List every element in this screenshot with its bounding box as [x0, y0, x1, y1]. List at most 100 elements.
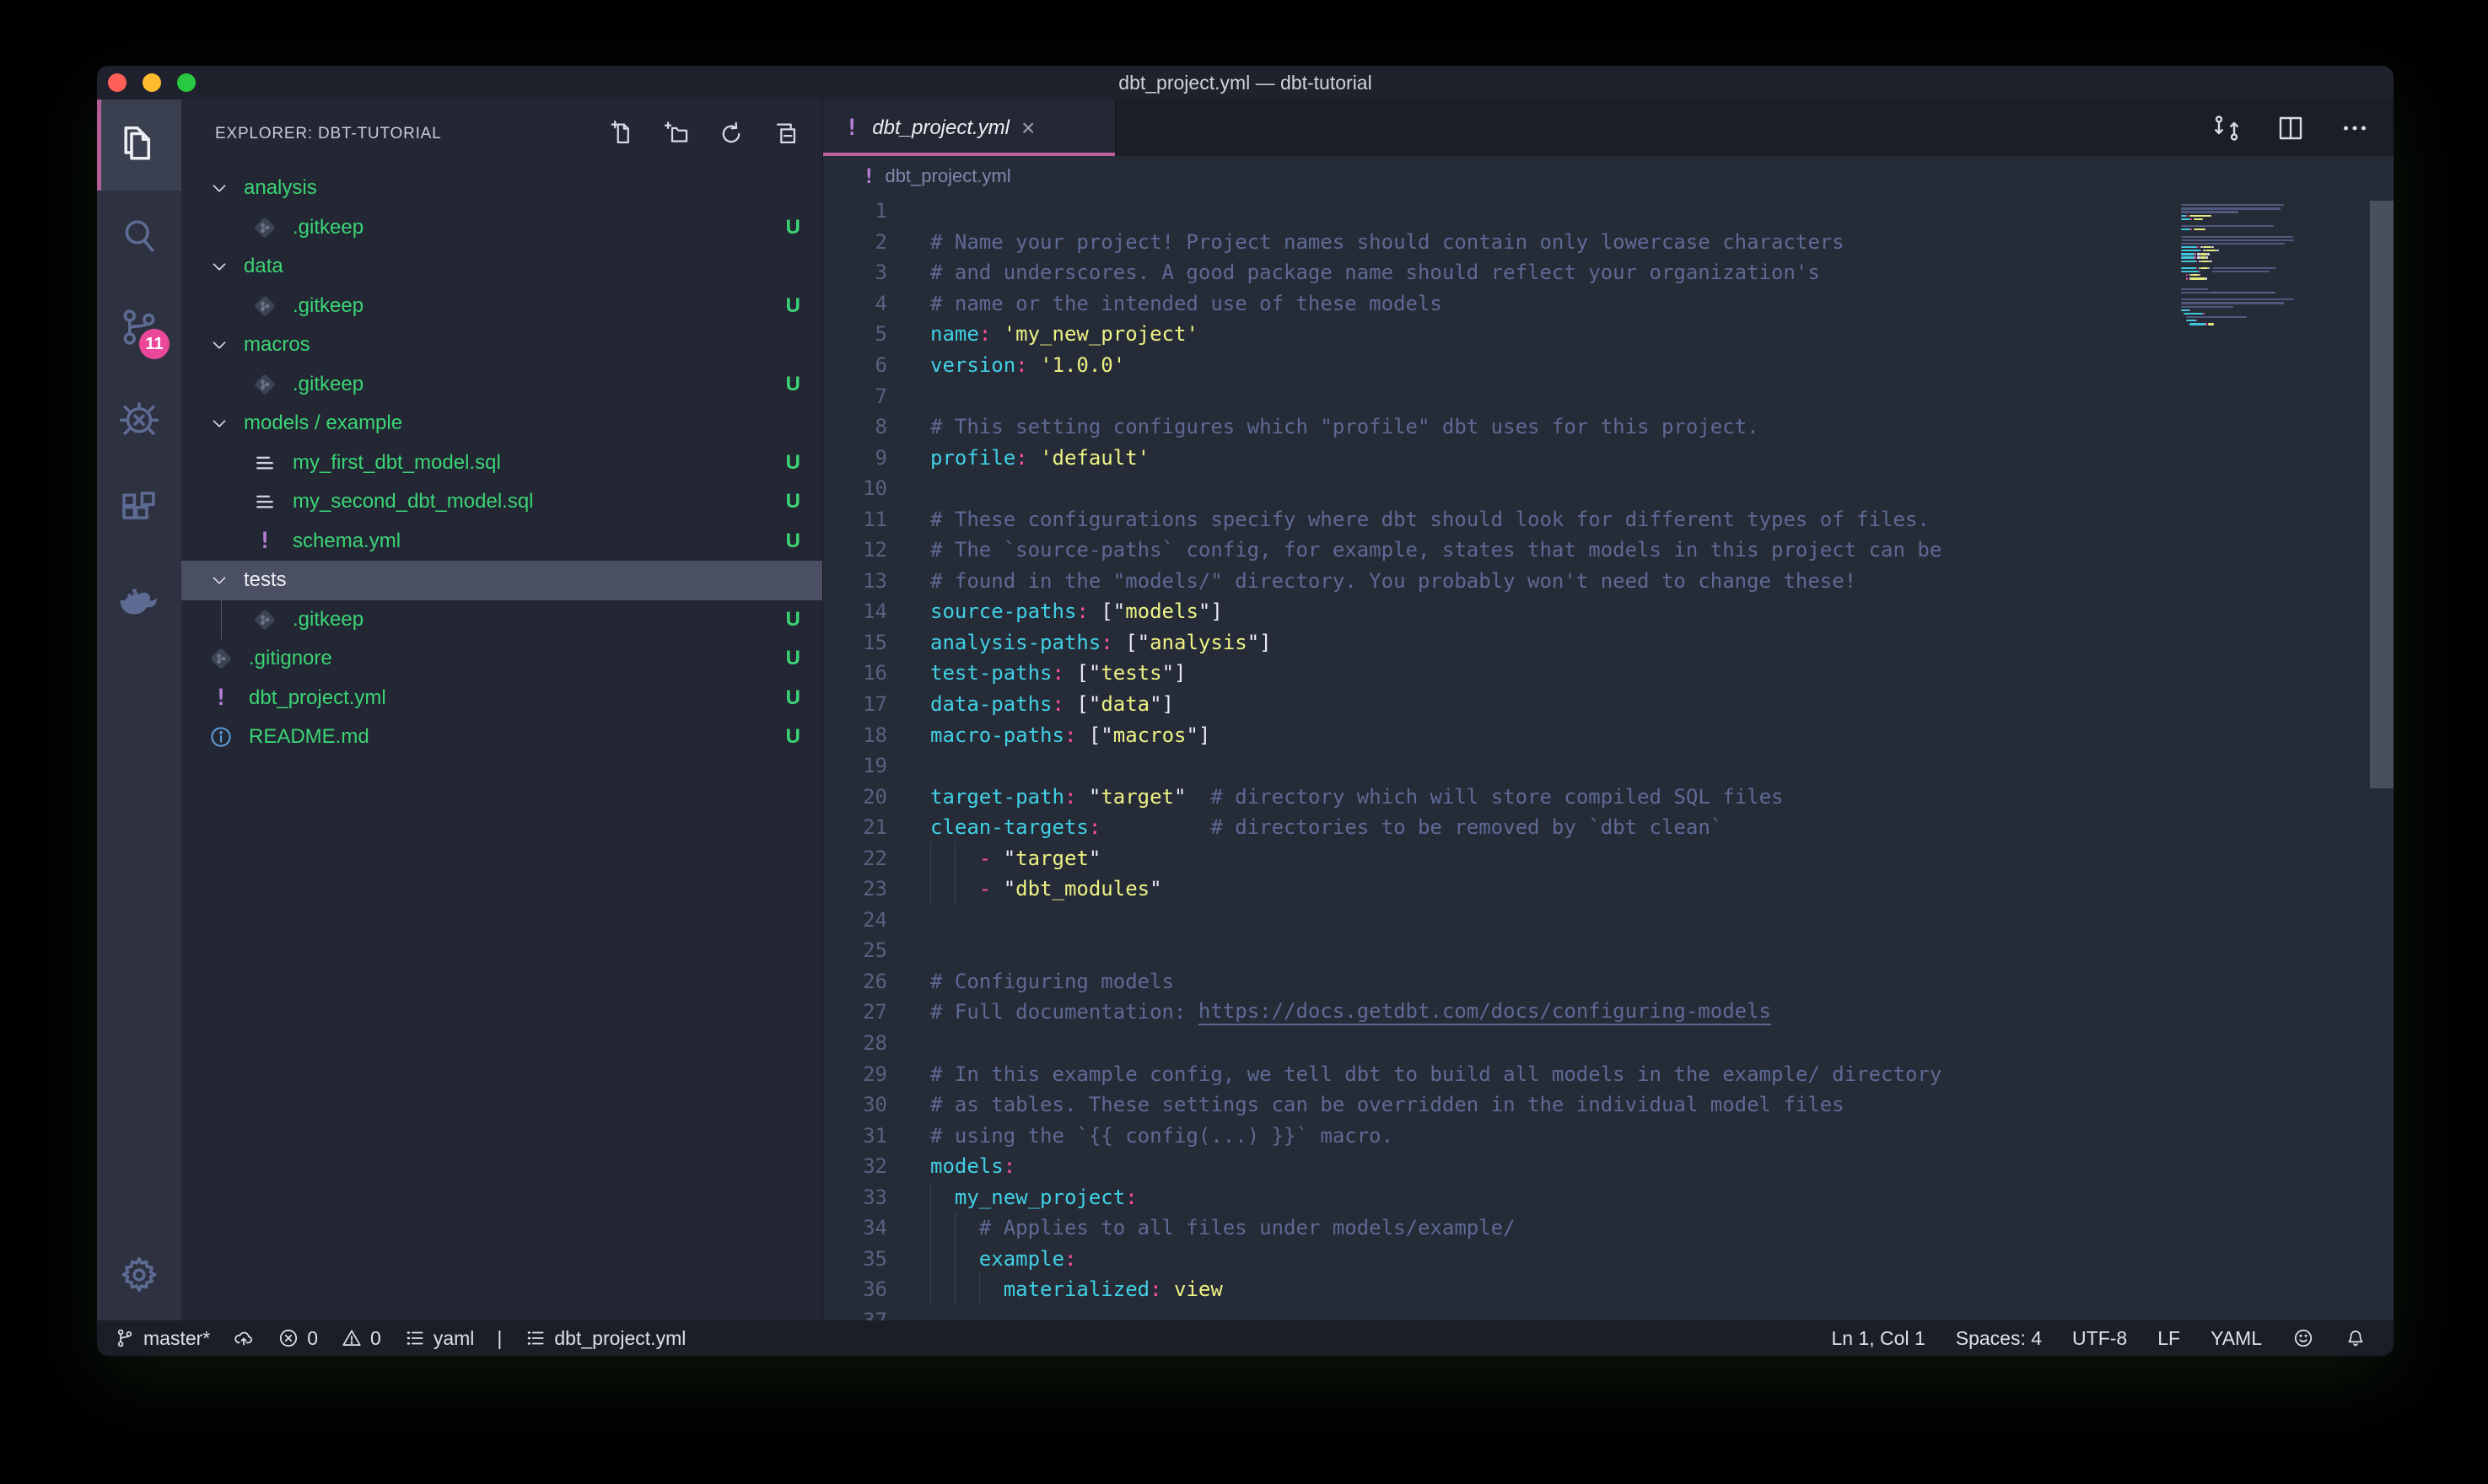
- editor-actions: [2211, 99, 2370, 156]
- minimap-line: [2201, 261, 2210, 262]
- status-errors[interactable]: 0: [277, 1327, 318, 1350]
- tab-dbt-project-yml[interactable]: ! dbt_project.yml ×: [823, 99, 1116, 156]
- tree-item--gitignore[interactable]: .gitignoreU: [181, 639, 822, 679]
- code-text: # Full documentation: https://docs.getdb…: [930, 997, 1771, 1028]
- minimize-window-button[interactable]: [143, 73, 161, 92]
- minimap-line: [2181, 288, 2208, 290]
- code-line-12: 12# The `source-paths` config, for examp…: [823, 535, 2176, 566]
- activity-item-explorer[interactable]: [97, 99, 181, 191]
- status-language-mode[interactable]: YAML: [2211, 1327, 2262, 1350]
- tree-item-label: my_second_dbt_model.sql: [293, 490, 534, 513]
- status-feedback[interactable]: [2292, 1327, 2314, 1349]
- code-line-33: 33 my_new_project:: [823, 1182, 2176, 1213]
- yaml-file-icon: !: [250, 528, 279, 554]
- code-line-5: 5name: 'my_new_project': [823, 319, 2176, 350]
- sql-file-icon: [250, 489, 279, 514]
- activity-item-search[interactable]: [97, 191, 181, 282]
- docker-icon: [116, 578, 162, 623]
- tree-item-macros[interactable]: macros: [181, 325, 822, 365]
- code-text: profile: 'default': [930, 442, 1150, 473]
- minimap-line: [2186, 316, 2246, 318]
- code-text: # name or the intended use of these mode…: [930, 288, 1442, 320]
- status-cursor-position[interactable]: Ln 1, Col 1: [1832, 1327, 1925, 1350]
- tree-item-models-example[interactable]: models / example: [181, 404, 822, 444]
- status-sync-changes[interactable]: [233, 1327, 255, 1349]
- activity-item-run-debug[interactable]: [97, 373, 181, 464]
- tree-item-tests[interactable]: tests: [181, 561, 822, 600]
- close-window-button[interactable]: [108, 73, 127, 92]
- tree-item--gitkeep[interactable]: .gitkeepU: [181, 287, 822, 326]
- code-text: target-path: "target" # directory which …: [930, 781, 1784, 812]
- zoom-window-button[interactable]: [177, 73, 196, 92]
- list-icon: [525, 1327, 547, 1349]
- code-line-37: 37: [823, 1305, 2176, 1320]
- breadcrumbs[interactable]: ! dbt_project.yml: [823, 156, 2394, 196]
- split-editor-button[interactable]: [2275, 113, 2306, 143]
- activity-item-extensions[interactable]: [97, 464, 181, 555]
- code-text: # In this example config, we tell dbt to…: [930, 1058, 1941, 1089]
- tree-item-readme-md[interactable]: README.mdU: [181, 718, 822, 757]
- tree-item-my-first-dbt-model-sql[interactable]: my_first_dbt_model.sqlU: [181, 444, 822, 483]
- status-yaml-file[interactable]: dbt_project.yml: [525, 1327, 686, 1350]
- code-line-14: 14source-paths: ["models"]: [823, 596, 2176, 627]
- collapse-folders-button[interactable]: [772, 120, 800, 148]
- activity-item-source-control[interactable]: 11: [97, 282, 181, 373]
- tree-item-analysis[interactable]: analysis: [181, 169, 822, 208]
- line-number: 30: [823, 1093, 887, 1116]
- code-line-23: 23 - "dbt_modules": [823, 874, 2176, 905]
- tree-item-data[interactable]: data: [181, 247, 822, 287]
- status-git-branch[interactable]: master*: [114, 1327, 210, 1350]
- git-untracked-badge: U: [786, 686, 800, 710]
- new-file-button[interactable]: [607, 120, 636, 148]
- status-warnings[interactable]: 0: [341, 1327, 381, 1350]
- more-actions-button[interactable]: [2340, 113, 2370, 143]
- status-label: UTF-8: [2072, 1327, 2127, 1350]
- minimap-line: [2181, 253, 2195, 255]
- open-changes-button[interactable]: [2211, 113, 2242, 143]
- vertical-scrollbar-thumb[interactable]: [2370, 201, 2394, 788]
- code-line-1: 1: [823, 196, 2176, 227]
- git-untracked-badge: U: [786, 451, 800, 475]
- status-label: dbt_project.yml: [554, 1327, 686, 1350]
- status-notifications[interactable]: [2345, 1327, 2367, 1349]
- tree-item-schema-yml[interactable]: !schema.ymlU: [181, 522, 822, 562]
- tree-item-my-second-dbt-model-sql[interactable]: my_second_dbt_model.sqlU: [181, 482, 822, 522]
- line-number: 15: [823, 631, 887, 654]
- code-editor[interactable]: 12# Name your project! Project names sho…: [823, 196, 2394, 1320]
- file-tree: analysis.gitkeepUdata.gitkeepUmacros.git…: [181, 169, 822, 1320]
- activity-item-settings[interactable]: [97, 1229, 181, 1320]
- line-number: 28: [823, 1031, 887, 1055]
- status-encoding[interactable]: UTF-8: [2072, 1327, 2127, 1350]
- line-number: 29: [823, 1062, 887, 1086]
- minimap-line: [2181, 246, 2197, 248]
- tree-item--gitkeep[interactable]: .gitkeepU: [181, 365, 822, 405]
- minimap-line: [2189, 309, 2191, 311]
- code-line-32: 32models:: [823, 1151, 2176, 1182]
- refresh-button[interactable]: [717, 120, 746, 148]
- tree-item-dbt-project-yml[interactable]: !dbt_project.ymlU: [181, 679, 822, 718]
- code-text: # using the `{{ config(...) }}` macro.: [930, 1120, 1393, 1151]
- minimap-line: [2190, 277, 2205, 279]
- status-eol[interactable]: LF: [2157, 1327, 2180, 1350]
- code-line-8: 8# This setting configures which "profil…: [823, 411, 2176, 443]
- new-folder-button[interactable]: [662, 120, 691, 148]
- close-tab-icon[interactable]: ×: [1021, 116, 1035, 140]
- yaml-file-icon: !: [845, 115, 859, 141]
- line-number: 10: [823, 476, 887, 500]
- code-line-13: 13# found in the "models/" directory. Yo…: [823, 566, 2176, 597]
- activity-item-docker[interactable]: [97, 555, 181, 646]
- search-icon: [116, 213, 162, 259]
- tree-item--gitkeep[interactable]: .gitkeepU: [181, 600, 822, 640]
- breadcrumb-item-filename[interactable]: dbt_project.yml: [885, 165, 1010, 187]
- minimap-line: [2208, 267, 2210, 269]
- minimap-line: [2200, 253, 2207, 255]
- status-indentation[interactable]: Spaces: 4: [1956, 1327, 2042, 1350]
- line-number: 26: [823, 970, 887, 993]
- minimap[interactable]: [2176, 201, 2345, 470]
- code-text: version: '1.0.0': [930, 350, 1125, 381]
- status-yaml-schema[interactable]: yaml: [404, 1327, 475, 1350]
- minimap-line: [2212, 267, 2276, 269]
- run-debug-icon: [116, 395, 162, 441]
- settings-icon: [116, 1252, 162, 1298]
- tree-item--gitkeep[interactable]: .gitkeepU: [181, 208, 822, 248]
